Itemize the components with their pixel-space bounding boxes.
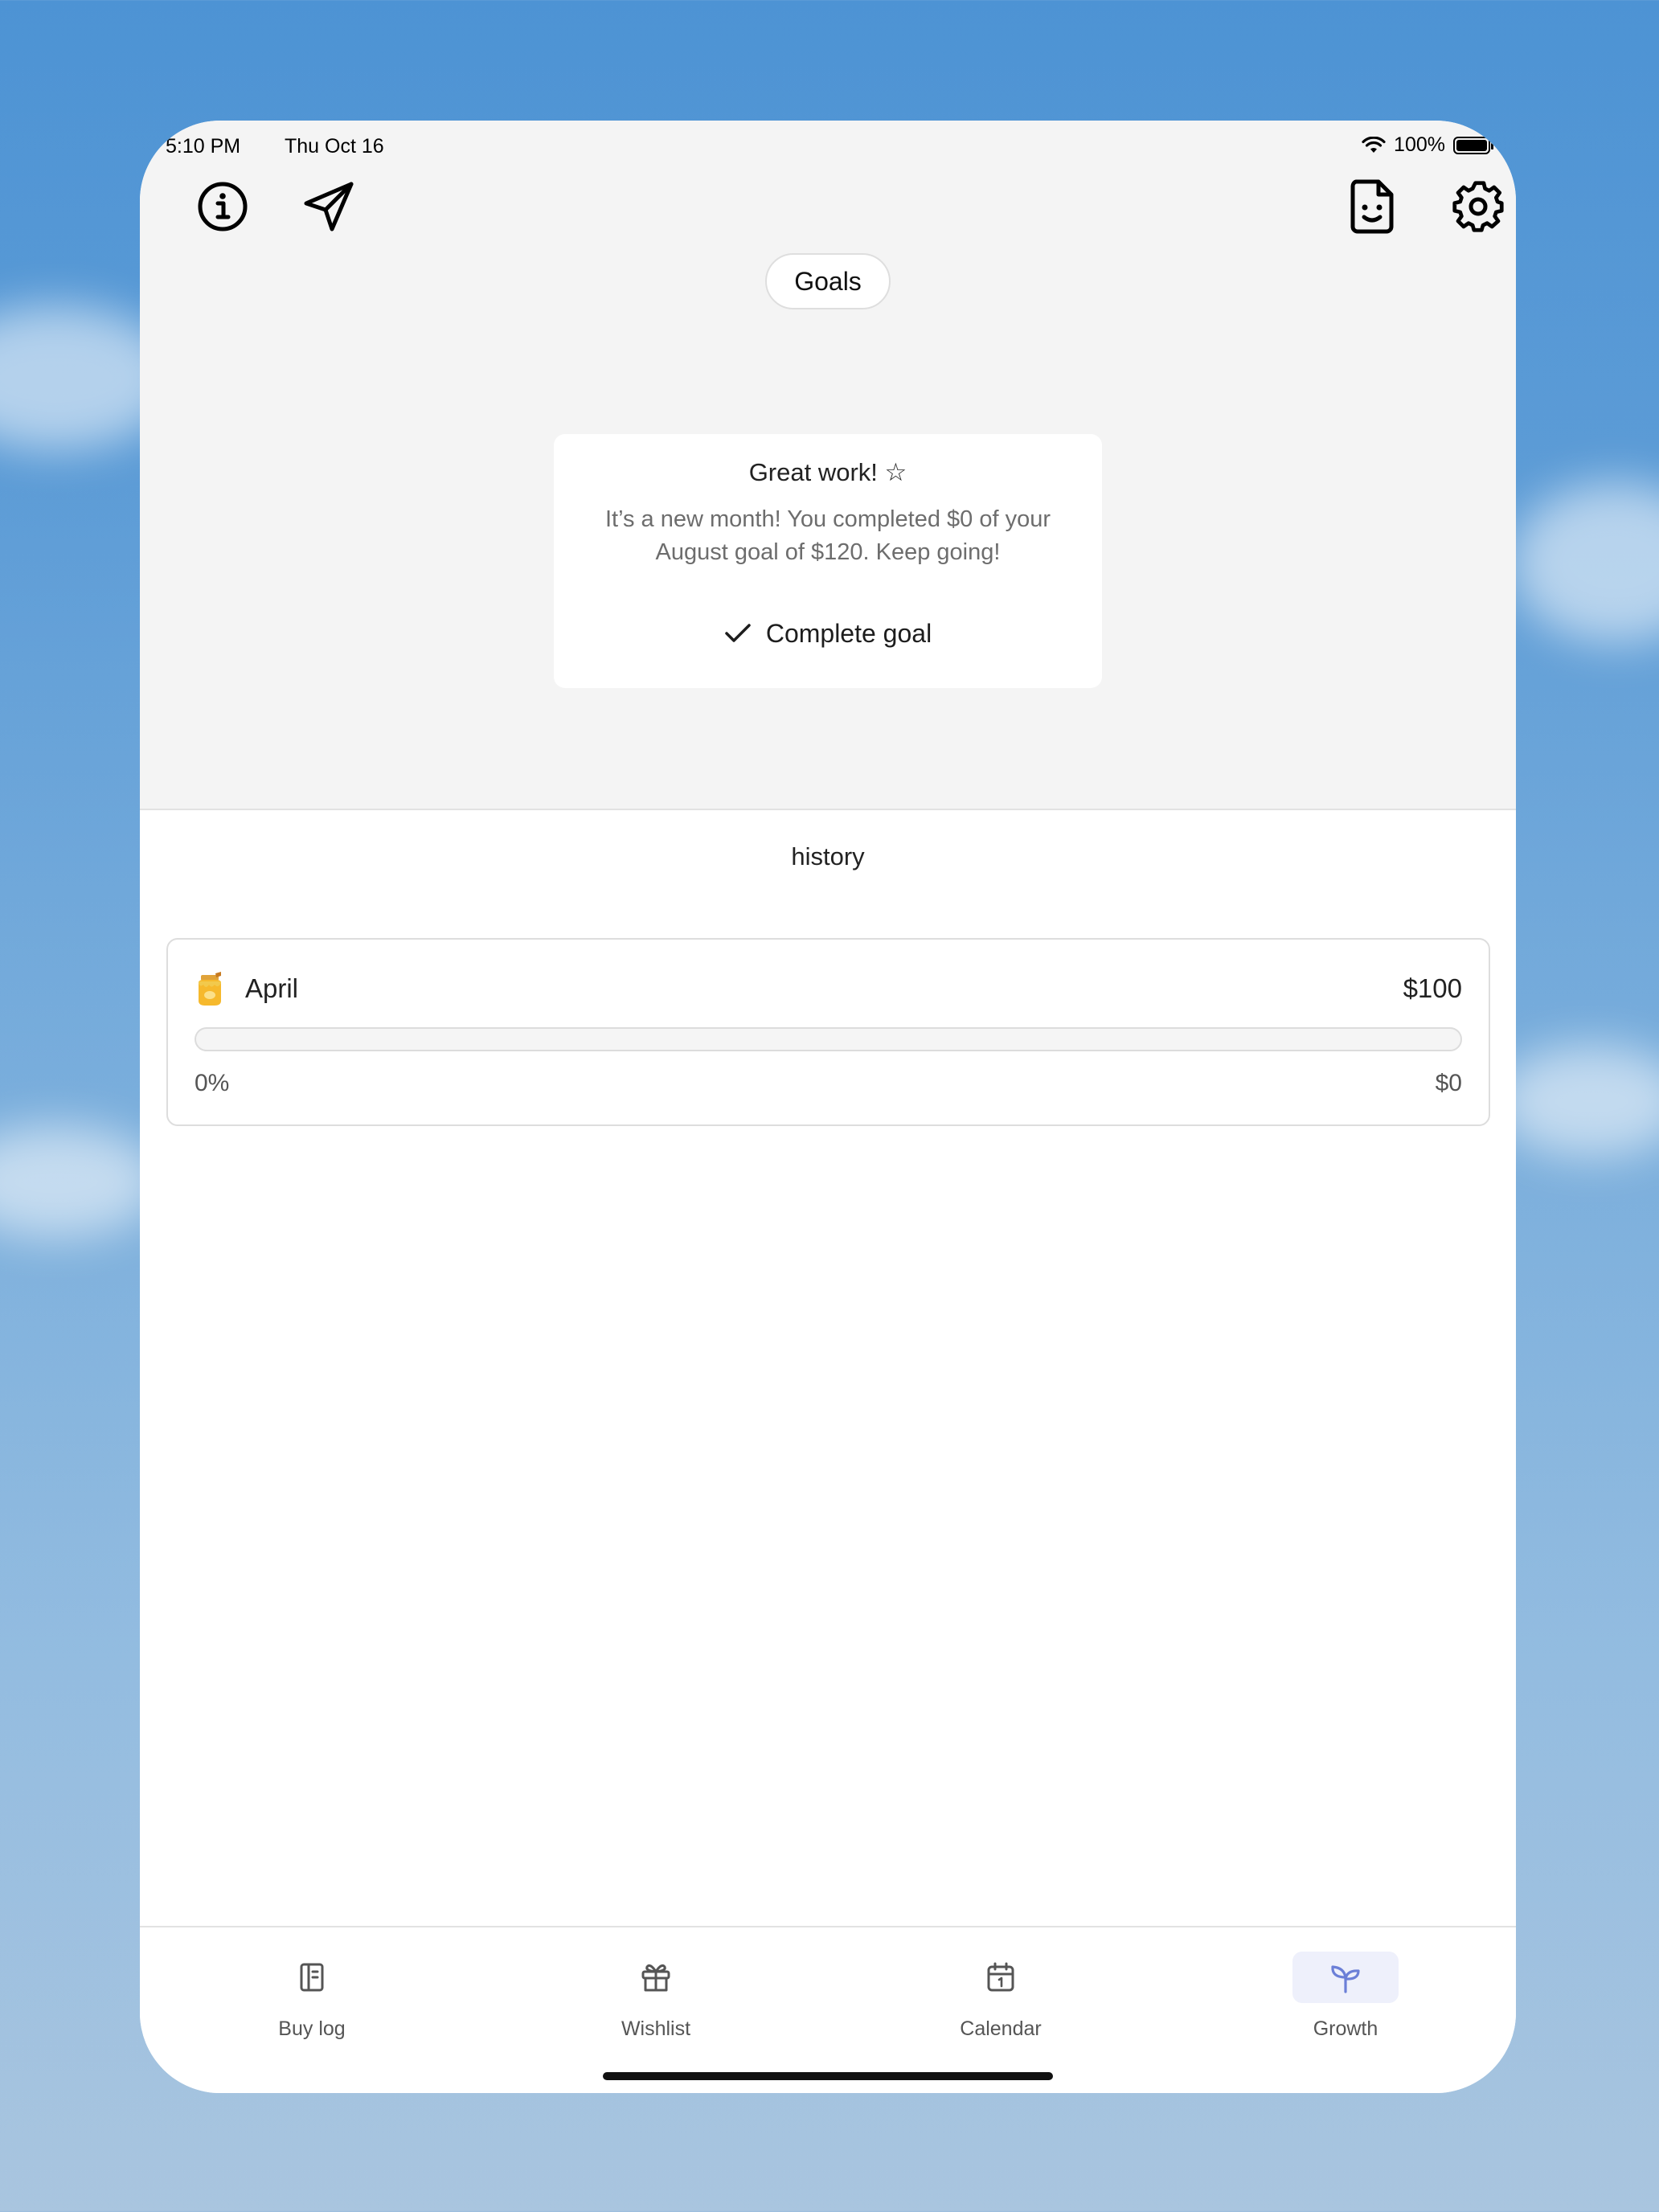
tab-label: Buy log <box>278 2017 346 2040</box>
notebook-icon <box>300 1963 324 1992</box>
history-heading: history <box>791 842 865 870</box>
status-bar: 5:10 PM Thu Oct 16 100% <box>166 130 1493 162</box>
calendar-icon <box>987 1962 1014 1992</box>
file-smile-icon <box>1350 179 1394 234</box>
goal-card-message: It’s a new month! You completed $0 of yo… <box>604 506 1051 565</box>
bottom-tab-bar: Buy log Wishlist Calendar Growth <box>140 1926 1516 2093</box>
cloud-decoration <box>0 1125 161 1238</box>
settings-button[interactable] <box>1442 170 1514 243</box>
status-time: 5:10 PM <box>166 135 241 158</box>
wifi-icon <box>1362 136 1386 153</box>
tab-icon-container <box>948 1952 1054 2003</box>
sprout-icon <box>1331 1965 1360 1993</box>
honey-pot-icon <box>199 972 221 1006</box>
complete-goal-label: Complete goal <box>765 618 932 648</box>
battery-icon <box>1453 136 1493 154</box>
settings-icon <box>1452 181 1504 232</box>
send-icon <box>304 182 354 231</box>
battery-percent: 100% <box>1394 133 1445 156</box>
complete-goal-button[interactable]: Complete goal <box>707 609 949 657</box>
tab-growth[interactable]: Growth <box>1265 1952 1426 2048</box>
saved-amount: $0 <box>1435 1070 1462 1096</box>
progress-track <box>195 1027 1462 1051</box>
tab-wishlist[interactable]: Wishlist <box>576 1952 736 2048</box>
info-icon <box>198 182 248 231</box>
history-goal-amount: $100 <box>1403 973 1462 1003</box>
tab-icon-container <box>259 1952 365 2003</box>
cloud-decoration <box>1495 1045 1659 1157</box>
ipad-app-window: 5:10 PM Thu Oct 16 100% Goals Great work… <box>140 121 1516 2093</box>
tab-label: Calendar <box>960 2017 1042 2040</box>
history-month: April <box>245 973 299 1003</box>
progress-percent: 0% <box>195 1070 230 1096</box>
cloud-decoration <box>1511 482 1659 643</box>
goal-status-card: Great work! ☆ It’s a new month! You comp… <box>554 434 1102 688</box>
tab-label: Growth <box>1313 2017 1378 2040</box>
report-button[interactable] <box>1336 170 1408 243</box>
goals-segment-pill[interactable]: Goals <box>765 253 891 309</box>
status-right: 100% <box>1362 133 1493 157</box>
gift-icon <box>641 1964 670 1992</box>
info-button[interactable] <box>186 170 259 243</box>
history-item-card[interactable]: April $100 0% $0 <box>166 938 1490 1126</box>
home-indicator[interactable] <box>603 2072 1053 2080</box>
tab-icon-container <box>1292 1952 1399 2003</box>
checkmark-icon <box>725 624 751 642</box>
tab-label: Wishlist <box>621 2017 691 2040</box>
goals-header-area: 5:10 PM Thu Oct 16 100% Goals Great work… <box>140 121 1516 810</box>
goal-card-title: Great work! ☆ <box>748 458 907 486</box>
tab-icon-container <box>603 1952 709 2003</box>
tab-buy-log[interactable]: Buy log <box>231 1952 392 2048</box>
tab-calendar[interactable]: Calendar <box>920 1952 1081 2048</box>
status-date: Thu Oct 16 <box>285 135 384 158</box>
send-button[interactable] <box>293 170 365 243</box>
